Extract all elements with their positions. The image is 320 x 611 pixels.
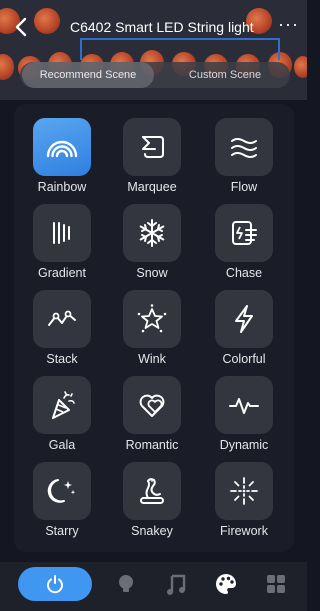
rainbow-icon [46, 140, 78, 158]
nav-scene-button[interactable] [214, 572, 238, 596]
palette-icon [216, 574, 236, 594]
power-icon [47, 575, 63, 594]
scene-label: Marquee [127, 180, 177, 194]
scene-label: Starry [45, 524, 79, 538]
scene-snakey[interactable]: Snakey [114, 454, 190, 540]
scene-snow[interactable]: Snow [114, 196, 190, 282]
scene-label: Snakey [131, 524, 173, 538]
scene-wink[interactable]: Wink [114, 282, 190, 368]
scene-grid: Rainbow Marquee Flow Gradient Snow Chase… [14, 104, 294, 552]
music-icon [167, 574, 186, 595]
scene-marquee[interactable]: Marquee [114, 110, 190, 196]
scene-colorful[interactable]: Colorful [206, 282, 282, 368]
scene-flow[interactable]: Flow [206, 110, 282, 196]
chevron-left-icon [15, 17, 27, 37]
scene-dynamic[interactable]: Dynamic [206, 368, 282, 454]
moon-star-icon [47, 479, 76, 503]
stack-icon [48, 310, 76, 326]
scene-rainbow[interactable]: Rainbow [24, 110, 100, 196]
marquee-icon [142, 136, 164, 158]
grid-icon [267, 575, 285, 593]
header-backdrop: C6402 Smart LED String light ··· Recomme… [0, 0, 307, 100]
scene-label: Colorful [222, 352, 266, 366]
scene-label: Gala [48, 438, 76, 452]
scene-label: Flow [230, 180, 258, 194]
lightning-icon [235, 305, 253, 333]
scene-firework[interactable]: Firework [206, 454, 282, 540]
wink-icon [137, 304, 167, 333]
scene-label: Stack [46, 352, 78, 366]
firework-icon [230, 477, 258, 505]
scene-gradient[interactable]: Gradient [24, 196, 100, 282]
bottom-navigation [0, 562, 307, 611]
pulse-icon [229, 398, 259, 414]
snake-icon [140, 478, 164, 504]
scene-label: Snow [136, 266, 168, 280]
back-button[interactable] [12, 16, 32, 38]
hearts-icon [139, 394, 165, 417]
scene-stack[interactable]: Stack [24, 282, 100, 368]
scene-starry[interactable]: Starry [24, 454, 100, 540]
more-options-button[interactable]: ··· [278, 14, 299, 35]
scene-label: Firework [220, 524, 268, 538]
scene-label: Chase [225, 266, 263, 280]
scene-label: Rainbow [37, 180, 87, 194]
flow-icon [231, 138, 257, 158]
scene-label: Gradient [38, 266, 86, 280]
page-title: C6402 Smart LED String light [70, 19, 254, 35]
nav-power-button[interactable] [18, 567, 92, 601]
nav-light-button[interactable] [114, 572, 138, 596]
tab-recommend-scene[interactable]: Recommend Scene [22, 62, 154, 88]
nav-music-button[interactable] [164, 572, 188, 596]
nav-more-button[interactable] [264, 572, 288, 596]
scene-label: Wink [138, 352, 166, 366]
gradient-icon [53, 222, 70, 244]
scene-label: Dynamic [219, 438, 269, 452]
chase-icon [232, 221, 257, 245]
scene-chase[interactable]: Chase [206, 196, 282, 282]
bokeh-light [294, 56, 307, 78]
snowflake-icon [139, 219, 165, 247]
scene-label: Romantic [125, 438, 179, 452]
party-popper-icon [52, 391, 75, 419]
bokeh-light [0, 54, 14, 80]
top-bar: C6402 Smart LED String light ··· [0, 10, 307, 44]
scene-tab-switcher: Recommend Scene Custom Scene [20, 62, 290, 88]
scene-romantic[interactable]: Romantic [114, 368, 190, 454]
tab-custom-scene[interactable]: Custom Scene [160, 62, 290, 88]
bulb-icon [119, 575, 133, 592]
scene-gala[interactable]: Gala [24, 368, 100, 454]
